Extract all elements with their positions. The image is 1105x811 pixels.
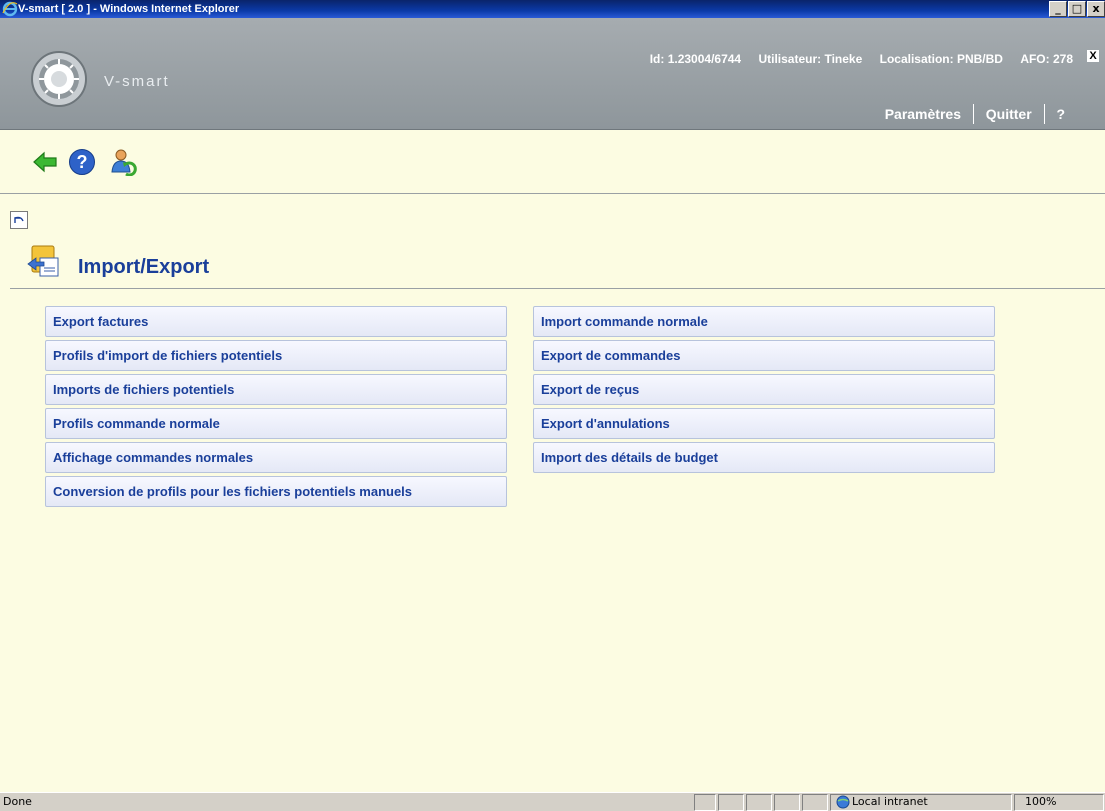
arrow-left-icon[interactable] (31, 148, 59, 176)
settings-link[interactable]: Paramètres (885, 106, 961, 122)
toolbar: ? (0, 130, 1105, 194)
menu-import-commande[interactable]: Import commande normale (533, 306, 995, 337)
menu-column-right: Import commande normale Export de comman… (533, 306, 995, 473)
status-pane (746, 794, 772, 811)
session-info: Id: 1.23004/6744 Utilisateur: Tineke Loc… (636, 52, 1073, 66)
page-title: Import/Export (78, 256, 210, 278)
session-id: Id: 1.23004/6744 (649, 52, 742, 66)
question-icon[interactable]: ? (68, 148, 96, 176)
vsmart-logo-icon (31, 51, 87, 107)
menu-export-commandes[interactable]: Export de commandes (533, 340, 995, 371)
status-pane (694, 794, 716, 811)
session-user: Utilisateur: Tineke (758, 52, 863, 66)
menu-export-factures[interactable]: Export factures (45, 306, 507, 337)
menu-profils-import-fichiers[interactable]: Profils d'import de fichiers potentiels (45, 340, 507, 371)
menu-export-annulations[interactable]: Export d'annulations (533, 408, 995, 439)
menu-affichage-commandes[interactable]: Affichage commandes normales (45, 442, 507, 473)
header-links: Paramètres Quitter ? (885, 104, 1065, 124)
undo-icon[interactable] (10, 211, 28, 229)
svg-text:?: ? (77, 152, 88, 172)
menu-conversion-profils[interactable]: Conversion de profils pour les fichiers … (45, 476, 507, 507)
status-pane (802, 794, 828, 811)
session-afo: AFO: 278 (1020, 52, 1073, 66)
status-text: Done (3, 795, 32, 808)
import-export-icon (27, 245, 59, 277)
user-switch-icon[interactable] (110, 148, 138, 176)
browser-status-bar: Done Local intranet 100% (0, 792, 1105, 811)
brand-name: V-smart (104, 73, 170, 90)
browser-title-bar: V-smart [ 2.0 ] - Windows Internet Explo… (0, 0, 1105, 18)
minimize-button[interactable]: _ (1049, 1, 1067, 17)
link-separator (972, 104, 974, 124)
app-header: V-smart Id: 1.23004/6744 Utilisateur: Ti… (0, 18, 1105, 130)
title-divider (10, 288, 1105, 289)
close-window-button[interactable]: x (1087, 1, 1105, 17)
menu-profils-commande[interactable]: Profils commande normale (45, 408, 507, 439)
menu-column-left: Export factures Profils d'import de fich… (45, 306, 507, 507)
globe-icon (836, 795, 850, 809)
zoom-level[interactable]: 100% (1025, 795, 1056, 808)
link-separator (1043, 104, 1045, 124)
session-location: Localisation: PNB/BD (879, 52, 1003, 66)
window-title: V-smart [ 2.0 ] - Windows Internet Explo… (18, 3, 240, 15)
menu-import-budget[interactable]: Import des détails de budget (533, 442, 995, 473)
status-pane (718, 794, 744, 811)
main-content: Import/Export Export factures Profils d'… (0, 194, 1105, 792)
quit-link[interactable]: Quitter (986, 106, 1032, 122)
close-session-button[interactable]: X (1087, 50, 1099, 62)
ie-logo-icon (2, 1, 18, 17)
menu-export-recus[interactable]: Export de reçus (533, 374, 995, 405)
maximize-button[interactable]: □ (1068, 1, 1086, 17)
security-zone: Local intranet (852, 795, 928, 808)
help-link[interactable]: ? (1056, 106, 1065, 122)
status-pane (774, 794, 800, 811)
menu-imports-fichiers[interactable]: Imports de fichiers potentiels (45, 374, 507, 405)
